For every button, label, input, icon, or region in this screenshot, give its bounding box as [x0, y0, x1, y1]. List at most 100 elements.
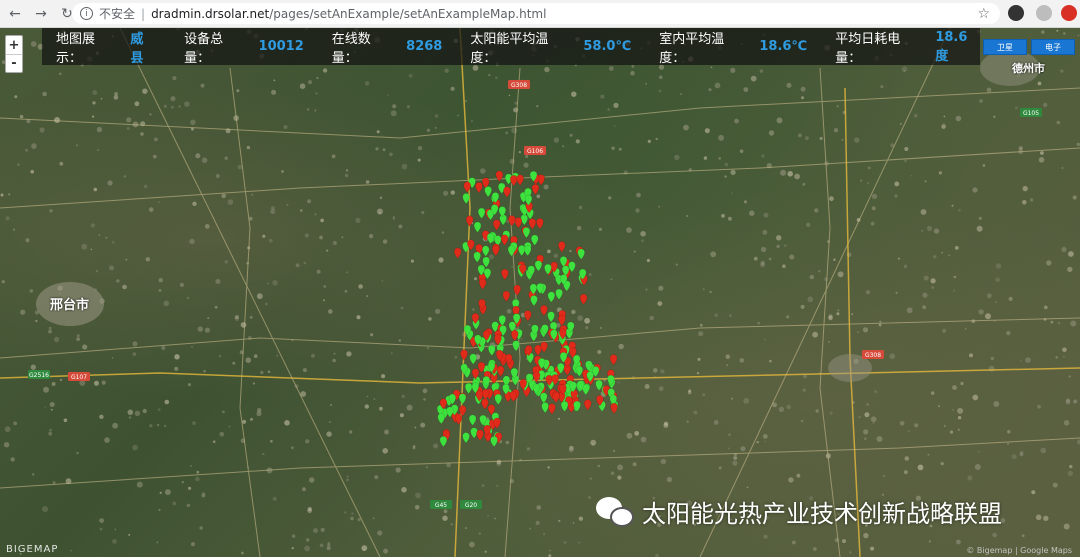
devices-total-value: 10012	[258, 39, 304, 54]
device-marker	[481, 388, 490, 400]
device-marker	[494, 393, 502, 405]
city-label-xingtai: 邢台市	[50, 298, 90, 313]
device-marker	[518, 245, 526, 257]
road-shield-label: G106	[527, 148, 543, 155]
profile-avatar-icon[interactable]	[1036, 5, 1052, 21]
device-marker	[610, 402, 618, 414]
device-marker	[460, 349, 468, 361]
online-count-value: 8268	[406, 39, 443, 54]
device-marker	[522, 227, 531, 239]
extension-red-icon[interactable]	[1061, 5, 1077, 21]
device-marker	[609, 354, 618, 366]
device-marker	[477, 207, 486, 219]
device-marker	[500, 234, 509, 246]
power-value: 18.6度	[935, 29, 968, 64]
device-marker	[514, 217, 523, 229]
device-marker	[439, 436, 448, 448]
device-marker	[509, 390, 518, 402]
device-marker	[531, 234, 539, 246]
region-value[interactable]: 威县	[130, 28, 156, 66]
device-marker	[528, 218, 537, 230]
road-shield-label: G20	[465, 502, 477, 509]
watermark-text: 太阳能光热产业技术创新战略联盟	[642, 500, 1002, 528]
device-marker	[584, 399, 592, 411]
road-shield-label: G308	[865, 352, 881, 359]
device-marker	[577, 248, 585, 260]
zoom-out-button[interactable]: -	[6, 54, 22, 72]
device-marker	[490, 436, 498, 448]
device-marker	[458, 393, 467, 405]
road-shield-label: G45	[435, 502, 447, 509]
device-marker	[523, 245, 532, 257]
device-marker	[548, 403, 556, 415]
devices-total-label: 设备总量：	[184, 31, 224, 66]
address-bar[interactable]: i 不安全 | dradmin.drsolar.net /pages/setAn…	[72, 3, 1000, 24]
device-marker	[560, 400, 569, 412]
device-marker	[481, 398, 489, 410]
map-copyright: © Bigemap | Google Maps	[966, 546, 1072, 555]
wechat-icon	[596, 495, 636, 529]
device-marker	[536, 218, 544, 230]
device-marker	[475, 182, 483, 194]
device-marker	[540, 392, 548, 404]
satellite-map-button[interactable]: 卫星	[983, 39, 1027, 55]
url-path: /pages/setAnExample/setAnExampleMap.html	[269, 6, 547, 21]
device-marker	[508, 215, 516, 227]
region-label: 地图展示：	[56, 31, 96, 66]
device-marker	[547, 311, 555, 323]
power-label: 平均日耗电量：	[835, 31, 901, 66]
watermark: 太阳能光热产业技术创新战略联盟	[596, 494, 1002, 529]
online-count-label: 在线数量：	[331, 31, 371, 66]
device-marker	[495, 170, 504, 182]
device-marker	[462, 432, 470, 444]
device-marker	[503, 186, 511, 198]
solar-temp-label: 太阳能平均温度：	[470, 31, 549, 66]
device-marker	[512, 340, 520, 352]
device-marker	[465, 215, 474, 227]
device-markers	[436, 170, 619, 448]
extension-icon[interactable]	[1008, 5, 1024, 21]
device-marker	[540, 304, 548, 316]
road-shield-label: G2516	[29, 372, 49, 379]
device-marker	[540, 341, 548, 353]
device-marker	[547, 291, 556, 303]
device-marker	[541, 402, 549, 414]
device-marker	[488, 344, 496, 356]
forward-icon[interactable]: →	[30, 3, 52, 25]
device-marker	[534, 260, 543, 272]
zoom-control: + -	[5, 35, 23, 73]
back-icon[interactable]: ←	[4, 3, 26, 25]
city-label-dezhou: 德州市	[1012, 62, 1045, 75]
device-marker	[492, 245, 500, 257]
zoom-in-button[interactable]: +	[6, 36, 22, 54]
browser-toolbar: ← → ↻ i 不安全 | dradmin.drsolar.net /pages…	[0, 0, 1080, 28]
device-marker	[534, 344, 542, 356]
device-marker	[511, 329, 519, 341]
electronic-map-button[interactable]: 电子	[1031, 39, 1075, 55]
road-shield-label: G107	[71, 374, 87, 381]
device-marker	[482, 245, 490, 257]
stats-bar: 地图展示： 威县 设备总量： 10012 在线数量： 8268 太阳能平均温度：…	[42, 28, 980, 66]
device-marker	[492, 219, 501, 231]
device-marker	[476, 429, 484, 441]
device-marker	[579, 293, 588, 305]
device-marker	[502, 290, 511, 302]
device-marker	[575, 365, 584, 377]
device-marker	[468, 414, 477, 426]
device-marker	[462, 193, 470, 205]
device-marker	[473, 251, 481, 263]
device-marker	[437, 413, 445, 425]
device-marker	[464, 382, 473, 394]
device-marker	[513, 284, 521, 296]
device-marker	[473, 221, 482, 233]
device-marker	[516, 174, 524, 186]
bookmark-star-icon[interactable]: ☆	[977, 6, 990, 22]
indoor-temp-label: 室内平均温度：	[659, 31, 725, 66]
device-marker	[501, 268, 509, 280]
device-marker	[530, 295, 538, 307]
info-icon[interactable]: i	[80, 7, 93, 20]
map-viewport[interactable]: G308 G106 G105 G107 G2516 G45 G20 G308 邢台市 德州市 …	[0, 28, 1080, 557]
device-marker	[552, 392, 560, 404]
device-marker	[469, 353, 477, 365]
road-shield-label: G105	[1023, 110, 1039, 117]
